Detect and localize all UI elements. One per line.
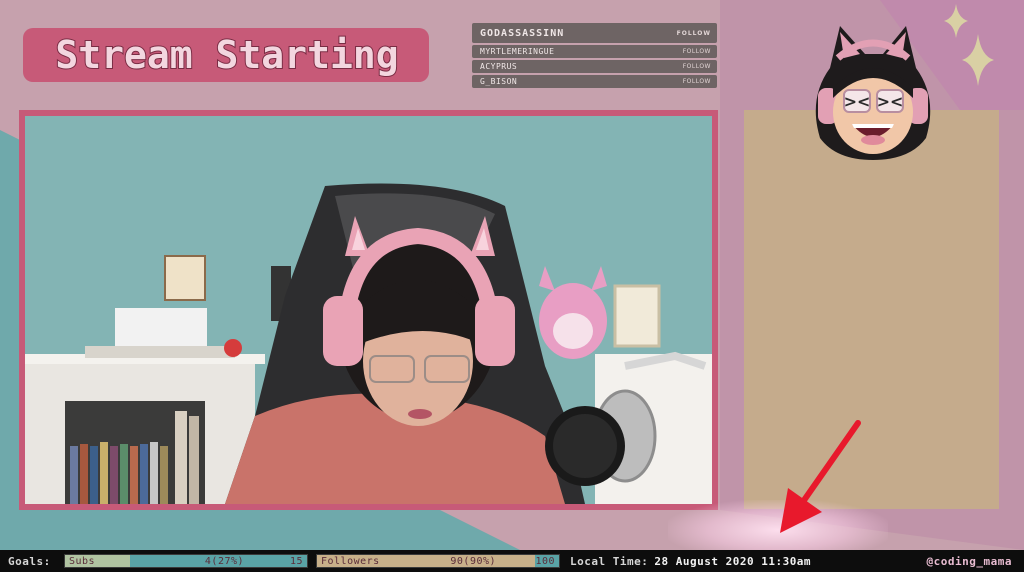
follower-name: MYRTLEMERINGUE [480, 47, 555, 56]
webcam-feed [25, 116, 712, 504]
cat-ear-girl-avatar-icon: >< >< [800, 18, 946, 166]
sparkle-icon [962, 34, 994, 86]
follower-name: GODASSASSINN [480, 27, 565, 39]
subs-goal-max: 15 [289, 555, 303, 567]
followers-goal-progress: Followers 90(90%) 100 [316, 554, 560, 568]
red-arrow-icon [780, 420, 861, 533]
goals-label: Goals: [8, 554, 51, 568]
svg-text:><: >< [877, 92, 904, 111]
webcam-scene-illustration [25, 116, 712, 504]
followers-goal-value: 90(90%) [450, 555, 497, 567]
follow-tag: FOLLOW [682, 63, 711, 70]
followers-goal-max: 100 [535, 555, 555, 567]
goals-bar: Goals: Subs 4(27%) 15 Followers 90(90%) … [0, 550, 1024, 572]
follower-name: G_BISON [480, 77, 518, 86]
follower-row: MYRTLEMERINGUE FOLLOW [472, 45, 717, 58]
webcam-frame [19, 110, 718, 510]
local-time: Local Time: 28 August 2020 11:30am [570, 555, 811, 568]
svg-text:><: >< [844, 92, 871, 111]
sparkle-icon [944, 4, 968, 38]
followers-goal-label: Followers [321, 555, 380, 567]
stream-title: Stream Starting [22, 24, 432, 86]
follower-row: GODASSASSINN FOLLOW [472, 23, 717, 43]
follow-tag: FOLLOW [676, 29, 711, 37]
follower-name: ACYPRUS [480, 62, 518, 71]
recent-followers-list: GODASSASSINN FOLLOW MYRTLEMERINGUE FOLLO… [472, 23, 717, 90]
subs-goal-value: 4(27%) [204, 555, 245, 567]
local-time-label: Local Time: [570, 554, 649, 568]
subs-goal-label: Subs [69, 555, 96, 567]
subs-goal-progress: Subs 4(27%) 15 [64, 554, 308, 568]
stream-title-text: Stream Starting [55, 33, 398, 77]
follower-row: G_BISON FOLLOW [472, 75, 717, 88]
follower-row: ACYPRUS FOLLOW [472, 60, 717, 73]
local-time-value: 28 August 2020 11:30am [654, 554, 812, 568]
follow-tag: FOLLOW [682, 78, 711, 85]
follow-tag: FOLLOW [682, 48, 711, 55]
social-handle: @coding_mama [926, 554, 1012, 568]
